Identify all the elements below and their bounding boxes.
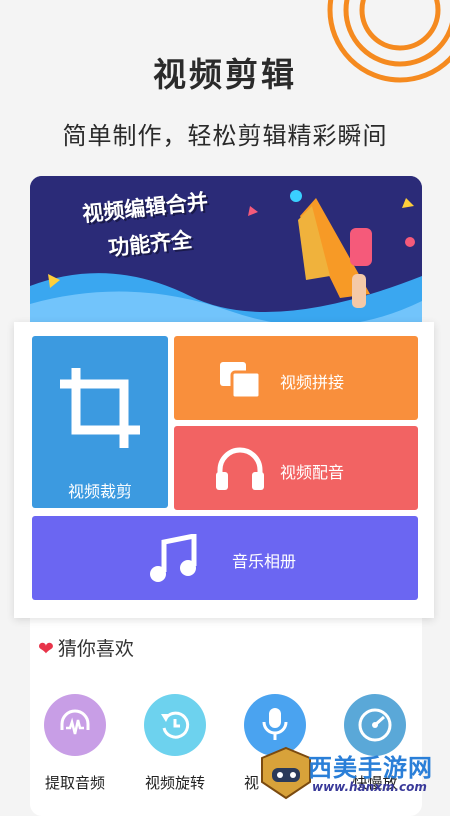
dub-video-button[interactable]: 视频配音 — [174, 426, 418, 510]
music-note-icon — [150, 534, 197, 582]
microphone-icon — [262, 708, 288, 740]
favorites-header: ❤ 猜你喜欢 — [38, 634, 134, 661]
dub-video-label: 视频配音 — [280, 463, 345, 482]
music-album-button[interactable]: 音乐相册 — [32, 516, 418, 600]
speedometer-icon — [358, 708, 392, 742]
heart-icon: ❤ — [38, 638, 54, 660]
extract-audio-label: 提取音频 — [44, 774, 105, 792]
favorites-title: 猜你喜欢 — [57, 638, 134, 660]
rotate-video-label: 视频旋转 — [144, 774, 205, 792]
rotate-icon — [161, 711, 190, 739]
page-title: 视频剪辑 — [153, 55, 297, 94]
promo-banner[interactable]: 视频编辑合并 功能齐全 — [30, 176, 422, 324]
waveform-headphone-icon — [60, 709, 90, 735]
merge-video-button[interactable]: 视频拼接 — [174, 336, 418, 420]
copy-icon — [220, 362, 262, 400]
watermark-url: www.hanxm.com — [312, 780, 427, 794]
music-album-label: 音乐相册 — [232, 552, 297, 571]
headphones-icon — [216, 447, 264, 490]
rotate-video-button[interactable] — [144, 694, 206, 756]
crop-video-label: 视频裁剪 — [67, 482, 132, 501]
crop-icon — [60, 368, 140, 448]
crop-video-button[interactable]: 视频裁剪 — [32, 336, 168, 508]
feature-grid: 视频裁剪 视频拼接 视频配音 音乐相册 — [14, 322, 434, 618]
merge-video-label: 视频拼接 — [280, 373, 345, 392]
extract-audio-button[interactable] — [44, 694, 106, 756]
page-subtitle: 简单制作，轻松剪辑精彩瞬间 — [62, 122, 388, 150]
watermark-text: 西美手游网 — [308, 754, 433, 782]
